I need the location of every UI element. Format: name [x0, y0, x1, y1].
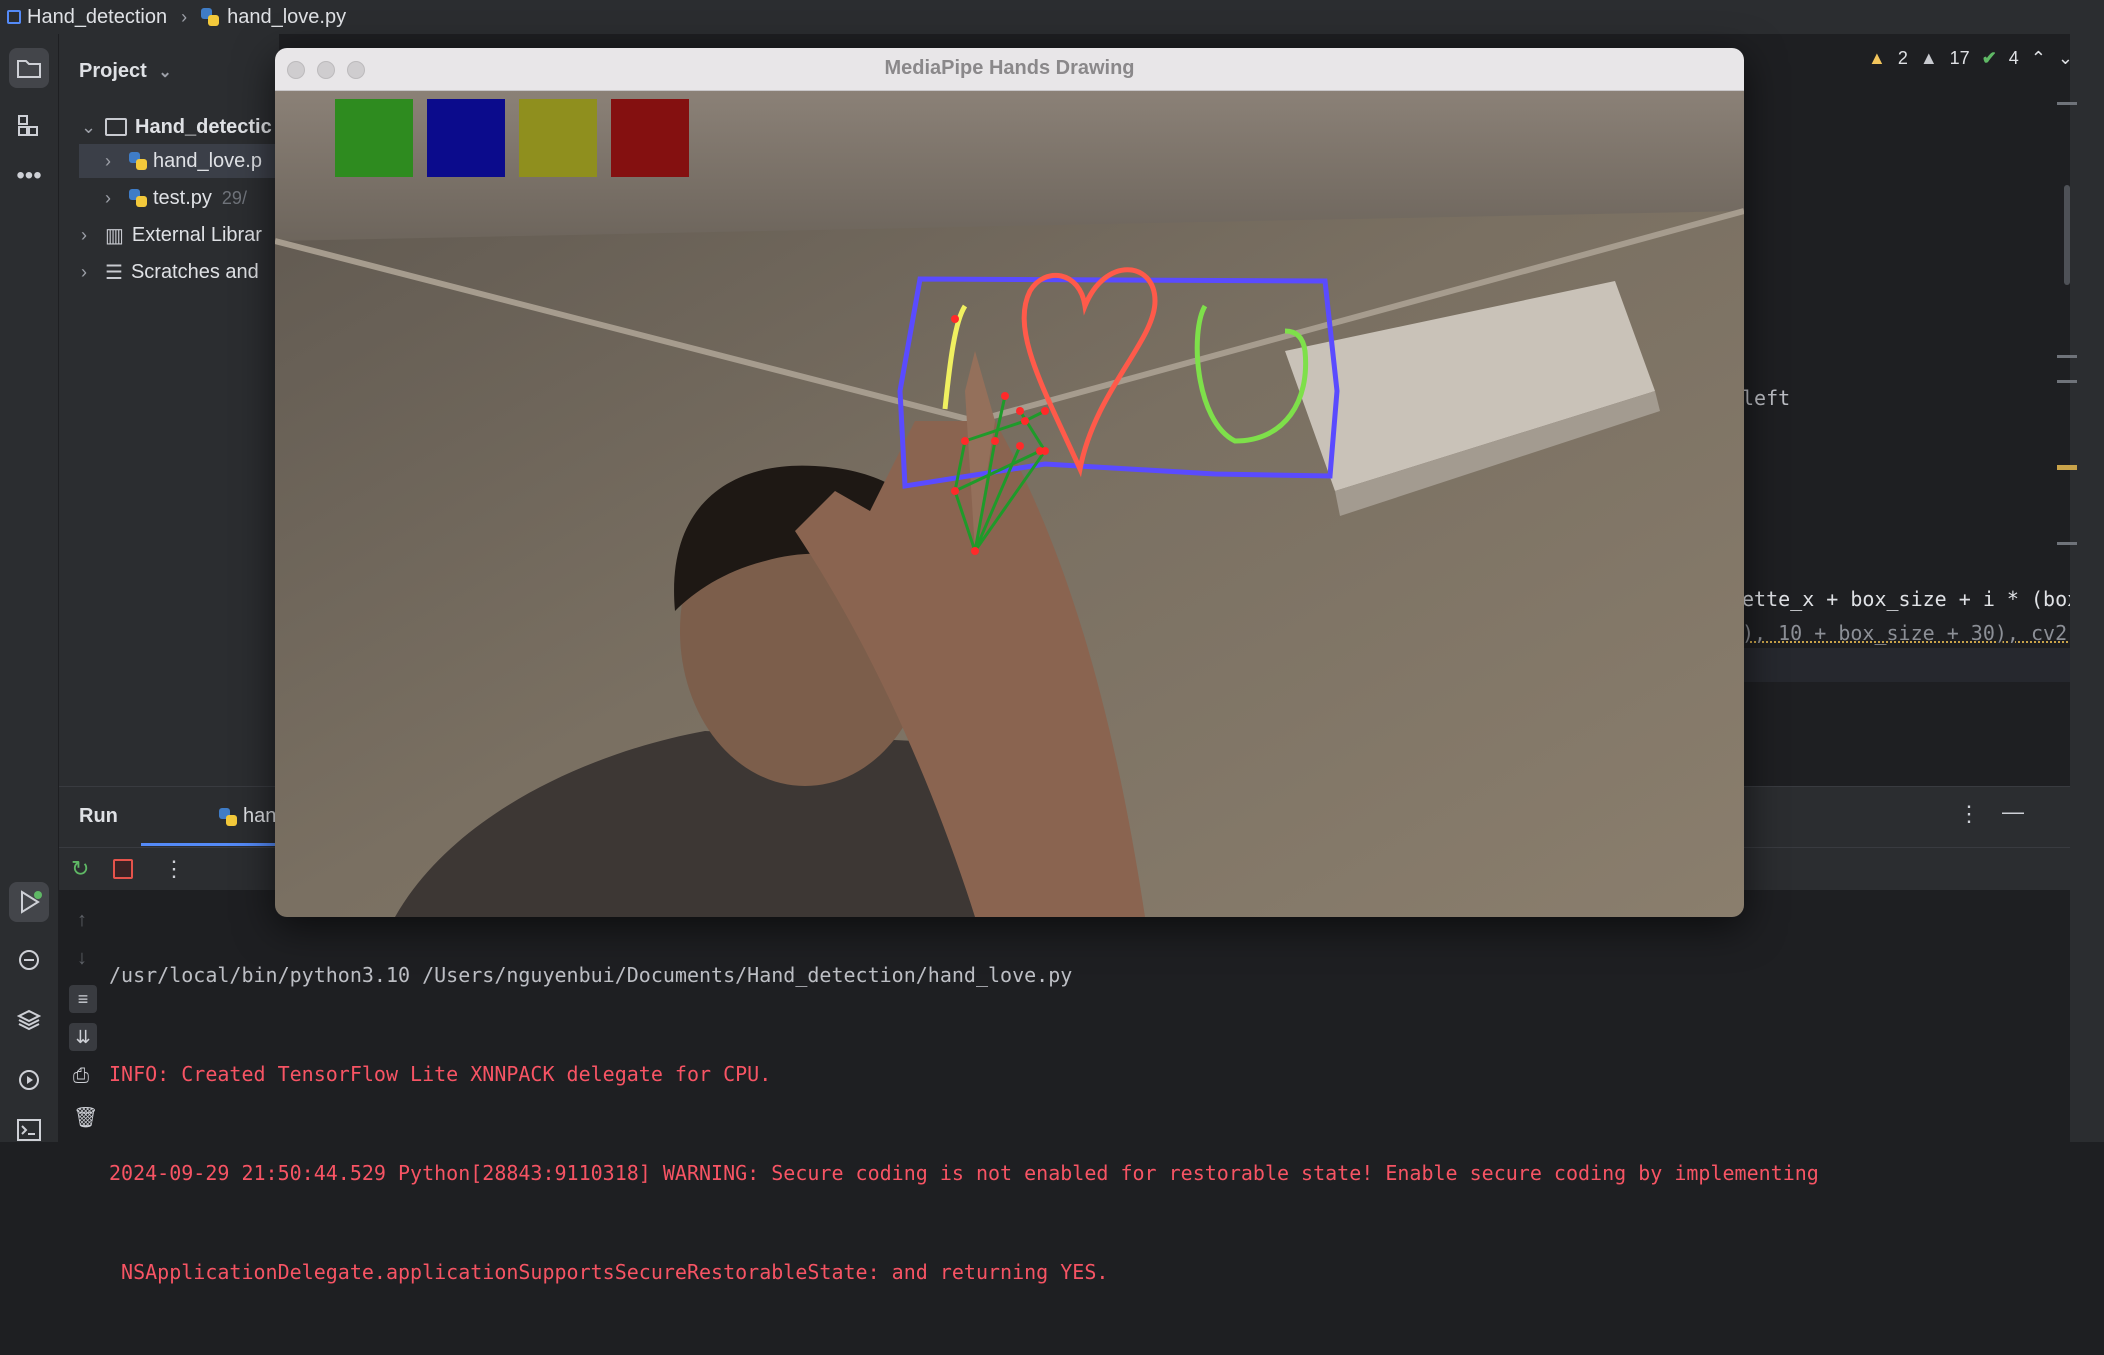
rerun-icon[interactable]: ↻	[71, 856, 89, 882]
stripe-mark	[2057, 542, 2077, 545]
palette-green[interactable]	[335, 99, 413, 177]
camera-feed	[275, 91, 1744, 917]
console-line: /usr/local/bin/python3.10 /Users/nguyenb…	[109, 963, 1073, 987]
console-line: INFO: Created TensorFlow Lite XNNPACK de…	[109, 1062, 772, 1086]
chevron-up-icon[interactable]: ⌃	[2031, 48, 2046, 69]
more-options-icon[interactable]: ⋮	[1958, 801, 1980, 827]
python-file-icon	[219, 807, 237, 826]
tree-item-external-libraries[interactable]: › ▥ External Librar	[81, 218, 262, 252]
console-line: 2024-09-29 21:50:44.529 Python[28843:911…	[109, 1161, 1819, 1185]
project-panel: Project ⌄ ⌄ Hand_detectic › hand_love.p …	[59, 34, 279, 786]
arrow-up-icon[interactable]: ↑	[77, 909, 87, 932]
chevron-down-icon: ⌄	[158, 64, 172, 81]
weak-warning-icon: ▲	[1919, 48, 1938, 68]
console-gutter: ↑ ↓ ≡ ⇊ ⎙ 🗑	[59, 889, 105, 1143]
tool-window-strip: •••	[0, 34, 59, 1142]
inspection-widget[interactable]: ▲ 2 ▲ 17 ✔ 4 ⌃ ⌄	[1868, 48, 2073, 69]
scroll-to-end-icon[interactable]: ⇊	[69, 1023, 97, 1051]
current-line-highlight	[1742, 648, 2070, 682]
check-icon: ✔	[1981, 48, 1997, 68]
run-label: Run	[79, 805, 118, 827]
code-line: ), 10 + box_size + 30), cv2.	[1742, 621, 2080, 645]
camera-window[interactable]: MediaPipe Hands Drawing	[275, 48, 1744, 917]
more-tools-icon[interactable]: •••	[9, 156, 49, 196]
python-file-icon	[129, 189, 147, 207]
palette-blue[interactable]	[427, 99, 505, 177]
scrollbar-thumb[interactable]	[2064, 185, 2070, 285]
palette-yellow[interactable]	[519, 99, 597, 177]
error-stripe[interactable]	[2070, 34, 2104, 1142]
chevron-right-icon: ›	[81, 224, 87, 245]
breadcrumb-file[interactable]: hand_love.py	[227, 6, 346, 29]
library-icon: ▥	[105, 224, 124, 247]
minimize-icon[interactable]: —	[2002, 799, 2024, 825]
scratches-icon: ☰	[105, 261, 123, 284]
chevron-right-icon: ›	[181, 6, 188, 27]
console-line: NSApplicationDelegate.applicationSupport…	[109, 1260, 1109, 1284]
warning-icon: ▲	[1868, 48, 1886, 68]
python-console-icon[interactable]	[9, 940, 49, 980]
stripe-mark	[2057, 380, 2077, 383]
stripe-mark	[2057, 465, 2077, 470]
stripe-mark	[2057, 355, 2077, 358]
code-line: left	[1742, 386, 1791, 410]
run-icon[interactable]	[9, 882, 49, 922]
module-icon	[7, 10, 21, 24]
tree-item-root[interactable]: ⌄ Hand_detectic	[81, 110, 279, 144]
breadcrumb: Hand_detection › hand_love.py	[0, 0, 2104, 34]
project-folder-icon[interactable]	[9, 48, 49, 88]
layers-icon[interactable]	[9, 1000, 49, 1040]
chevron-right-icon: ›	[105, 187, 111, 208]
services-icon[interactable]	[9, 1060, 49, 1100]
project-header[interactable]: Project ⌄	[79, 60, 172, 83]
tree-item-hand-love[interactable]: › hand_love.p	[79, 144, 279, 178]
stripe-mark	[2057, 102, 2077, 105]
code-line: ette_x + box_size + i * (box	[1742, 587, 2080, 611]
python-file-icon	[201, 8, 220, 26]
tree-item-test[interactable]: › test.py 29/	[105, 181, 247, 215]
chevron-right-icon: ›	[81, 261, 87, 282]
trash-icon[interactable]: 🗑	[73, 1105, 98, 1130]
window-title: MediaPipe Hands Drawing	[884, 57, 1135, 79]
folder-icon	[105, 118, 127, 136]
breadcrumb-project[interactable]: Hand_detection	[27, 6, 167, 29]
structure-icon[interactable]	[9, 106, 49, 146]
terminal-icon[interactable]	[9, 1110, 49, 1150]
palette-red[interactable]	[611, 99, 689, 177]
chevron-right-icon: ›	[105, 150, 111, 171]
more-options-icon[interactable]: ⋮	[163, 856, 185, 882]
chevron-down-icon: ⌄	[81, 116, 97, 137]
console-output[interactable]: /usr/local/bin/python3.10 /Users/nguyenb…	[109, 893, 1819, 1355]
tree-item-scratches[interactable]: › ☰ Scratches and	[81, 255, 259, 289]
stop-icon[interactable]	[113, 859, 133, 879]
soft-wrap-icon[interactable]: ≡	[69, 985, 97, 1013]
arrow-down-icon[interactable]: ↓	[77, 947, 87, 970]
window-titlebar[interactable]: MediaPipe Hands Drawing	[275, 48, 1744, 91]
python-file-icon	[129, 152, 147, 170]
print-icon[interactable]: ⎙	[73, 1065, 89, 1088]
